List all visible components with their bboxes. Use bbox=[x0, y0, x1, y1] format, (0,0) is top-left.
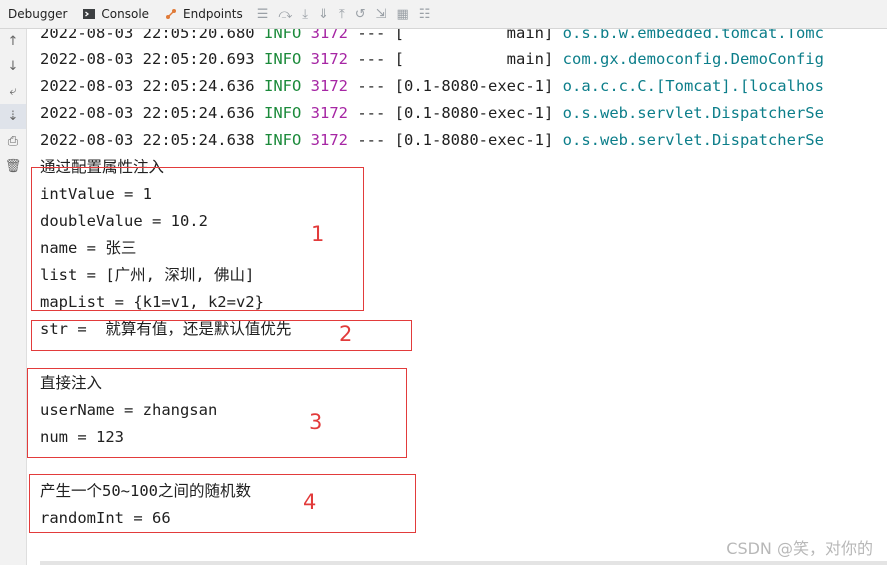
log-separator: --- bbox=[357, 104, 386, 122]
log-pid: 3172 bbox=[310, 77, 348, 95]
step-over-icon[interactable]: ⤼ bbox=[278, 7, 292, 22]
step-out-icon[interactable]: ⤒ bbox=[339, 7, 345, 22]
log-timestamp: 2022-08-03 22:05:24.636 bbox=[40, 77, 255, 95]
annotation-box-3 bbox=[27, 368, 407, 458]
log-pid: 3172 bbox=[310, 29, 348, 42]
log-line: 2022-08-03 22:05:24.636 INFO 3172 --- [0… bbox=[40, 100, 824, 127]
step-into-icon[interactable]: ⤓ bbox=[302, 7, 308, 22]
horizontal-scrollbar[interactable] bbox=[40, 561, 887, 565]
log-separator: --- bbox=[357, 50, 386, 68]
run-to-cursor-icon[interactable]: ⇲ bbox=[376, 7, 387, 22]
log-timestamp: 2022-08-03 22:05:20.680 bbox=[40, 29, 255, 42]
tool-window-toolbar: Debugger Console Endpoints ☰ ⤼ ⤓ ⇓ ⤒ ↺ ⇲… bbox=[0, 0, 887, 29]
annotation-label-4: 4 bbox=[303, 490, 317, 514]
log-logger: o.s.web.servlet.DispatcherSe bbox=[562, 104, 824, 122]
soft-wrap-icon[interactable]: ⤶ bbox=[0, 79, 26, 104]
log-level: INFO bbox=[263, 29, 302, 42]
log-level: INFO bbox=[263, 104, 302, 122]
log-thread: [0.1-8080-exec-1] bbox=[394, 77, 554, 95]
annotation-label-1: 1 bbox=[311, 222, 325, 246]
log-logger: o.s.web.servlet.DispatcherSe bbox=[562, 131, 824, 149]
log-thread: [0.1-8080-exec-1] bbox=[394, 131, 554, 149]
annotation-box-2 bbox=[31, 320, 412, 351]
log-pid: 3172 bbox=[310, 104, 348, 122]
tab-debugger-label: Debugger bbox=[8, 7, 68, 21]
csdn-watermark: CSDN @笑，对你的 bbox=[726, 539, 873, 558]
log-timestamp: 2022-08-03 22:05:20.693 bbox=[40, 50, 255, 68]
log-line: 2022-08-03 22:05:24.636 INFO 3172 --- [0… bbox=[40, 73, 824, 100]
log-level: INFO bbox=[263, 50, 302, 68]
log-logger: o.s.b.w.embedded.tomcat.Tomc bbox=[562, 29, 824, 42]
tab-console[interactable]: Console bbox=[75, 0, 157, 28]
annotation-label-2: 2 bbox=[339, 322, 353, 346]
tab-endpoints-label: Endpoints bbox=[183, 7, 243, 21]
annotation-label-3: 3 bbox=[309, 410, 323, 434]
log-level: INFO bbox=[263, 131, 302, 149]
tab-debugger[interactable]: Debugger bbox=[0, 0, 75, 28]
log-line: 2022-08-03 22:05:20.680 INFO 3172 --- [ … bbox=[40, 29, 824, 47]
evaluate-expression-icon[interactable]: ▦ bbox=[397, 7, 409, 22]
log-pid: 3172 bbox=[310, 50, 348, 68]
force-step-into-icon[interactable]: ⇓ bbox=[318, 7, 329, 22]
log-line: 2022-08-03 22:05:24.638 INFO 3172 --- [0… bbox=[40, 127, 824, 154]
log-logger: o.a.c.c.C.[Tomcat].[localhos bbox=[562, 77, 824, 95]
log-thread: [0.1-8080-exec-1] bbox=[394, 104, 554, 122]
tab-endpoints[interactable]: Endpoints bbox=[157, 0, 251, 28]
tab-console-label: Console bbox=[101, 7, 150, 21]
log-thread: [ main] bbox=[394, 29, 554, 42]
log-line: 2022-08-03 22:05:20.693 INFO 3172 --- [ … bbox=[40, 46, 824, 73]
endpoints-icon bbox=[166, 9, 177, 19]
log-timestamp: 2022-08-03 22:05:24.636 bbox=[40, 104, 255, 122]
console-icon bbox=[83, 9, 96, 19]
clear-all-icon[interactable]: 🗑 bbox=[0, 154, 26, 179]
log-timestamp: 2022-08-03 22:05:24.638 bbox=[40, 131, 255, 149]
console-side-toolbar: ↑ ↓ ⤶ ⇣ ⎙ 🗑 bbox=[0, 29, 27, 565]
log-level: INFO bbox=[263, 77, 302, 95]
log-separator: --- bbox=[357, 131, 386, 149]
log-pid: 3172 bbox=[310, 131, 348, 149]
log-thread: [ main] bbox=[394, 50, 554, 68]
menu-icon[interactable]: ☰ bbox=[257, 7, 269, 22]
drop-frame-icon[interactable]: ↺ bbox=[355, 7, 366, 22]
log-separator: --- bbox=[357, 77, 386, 95]
scroll-up-icon[interactable]: ↑ bbox=[0, 29, 26, 54]
log-logger: com.gx.democonfig.DemoConfig bbox=[562, 50, 824, 68]
trace-icon[interactable]: ☷ bbox=[419, 7, 431, 22]
print-icon[interactable]: ⎙ bbox=[0, 129, 26, 154]
scroll-down-icon[interactable]: ↓ bbox=[0, 54, 26, 79]
scroll-to-end-icon[interactable]: ⇣ bbox=[0, 104, 26, 129]
log-separator: --- bbox=[357, 29, 386, 42]
annotation-box-4 bbox=[29, 474, 416, 533]
